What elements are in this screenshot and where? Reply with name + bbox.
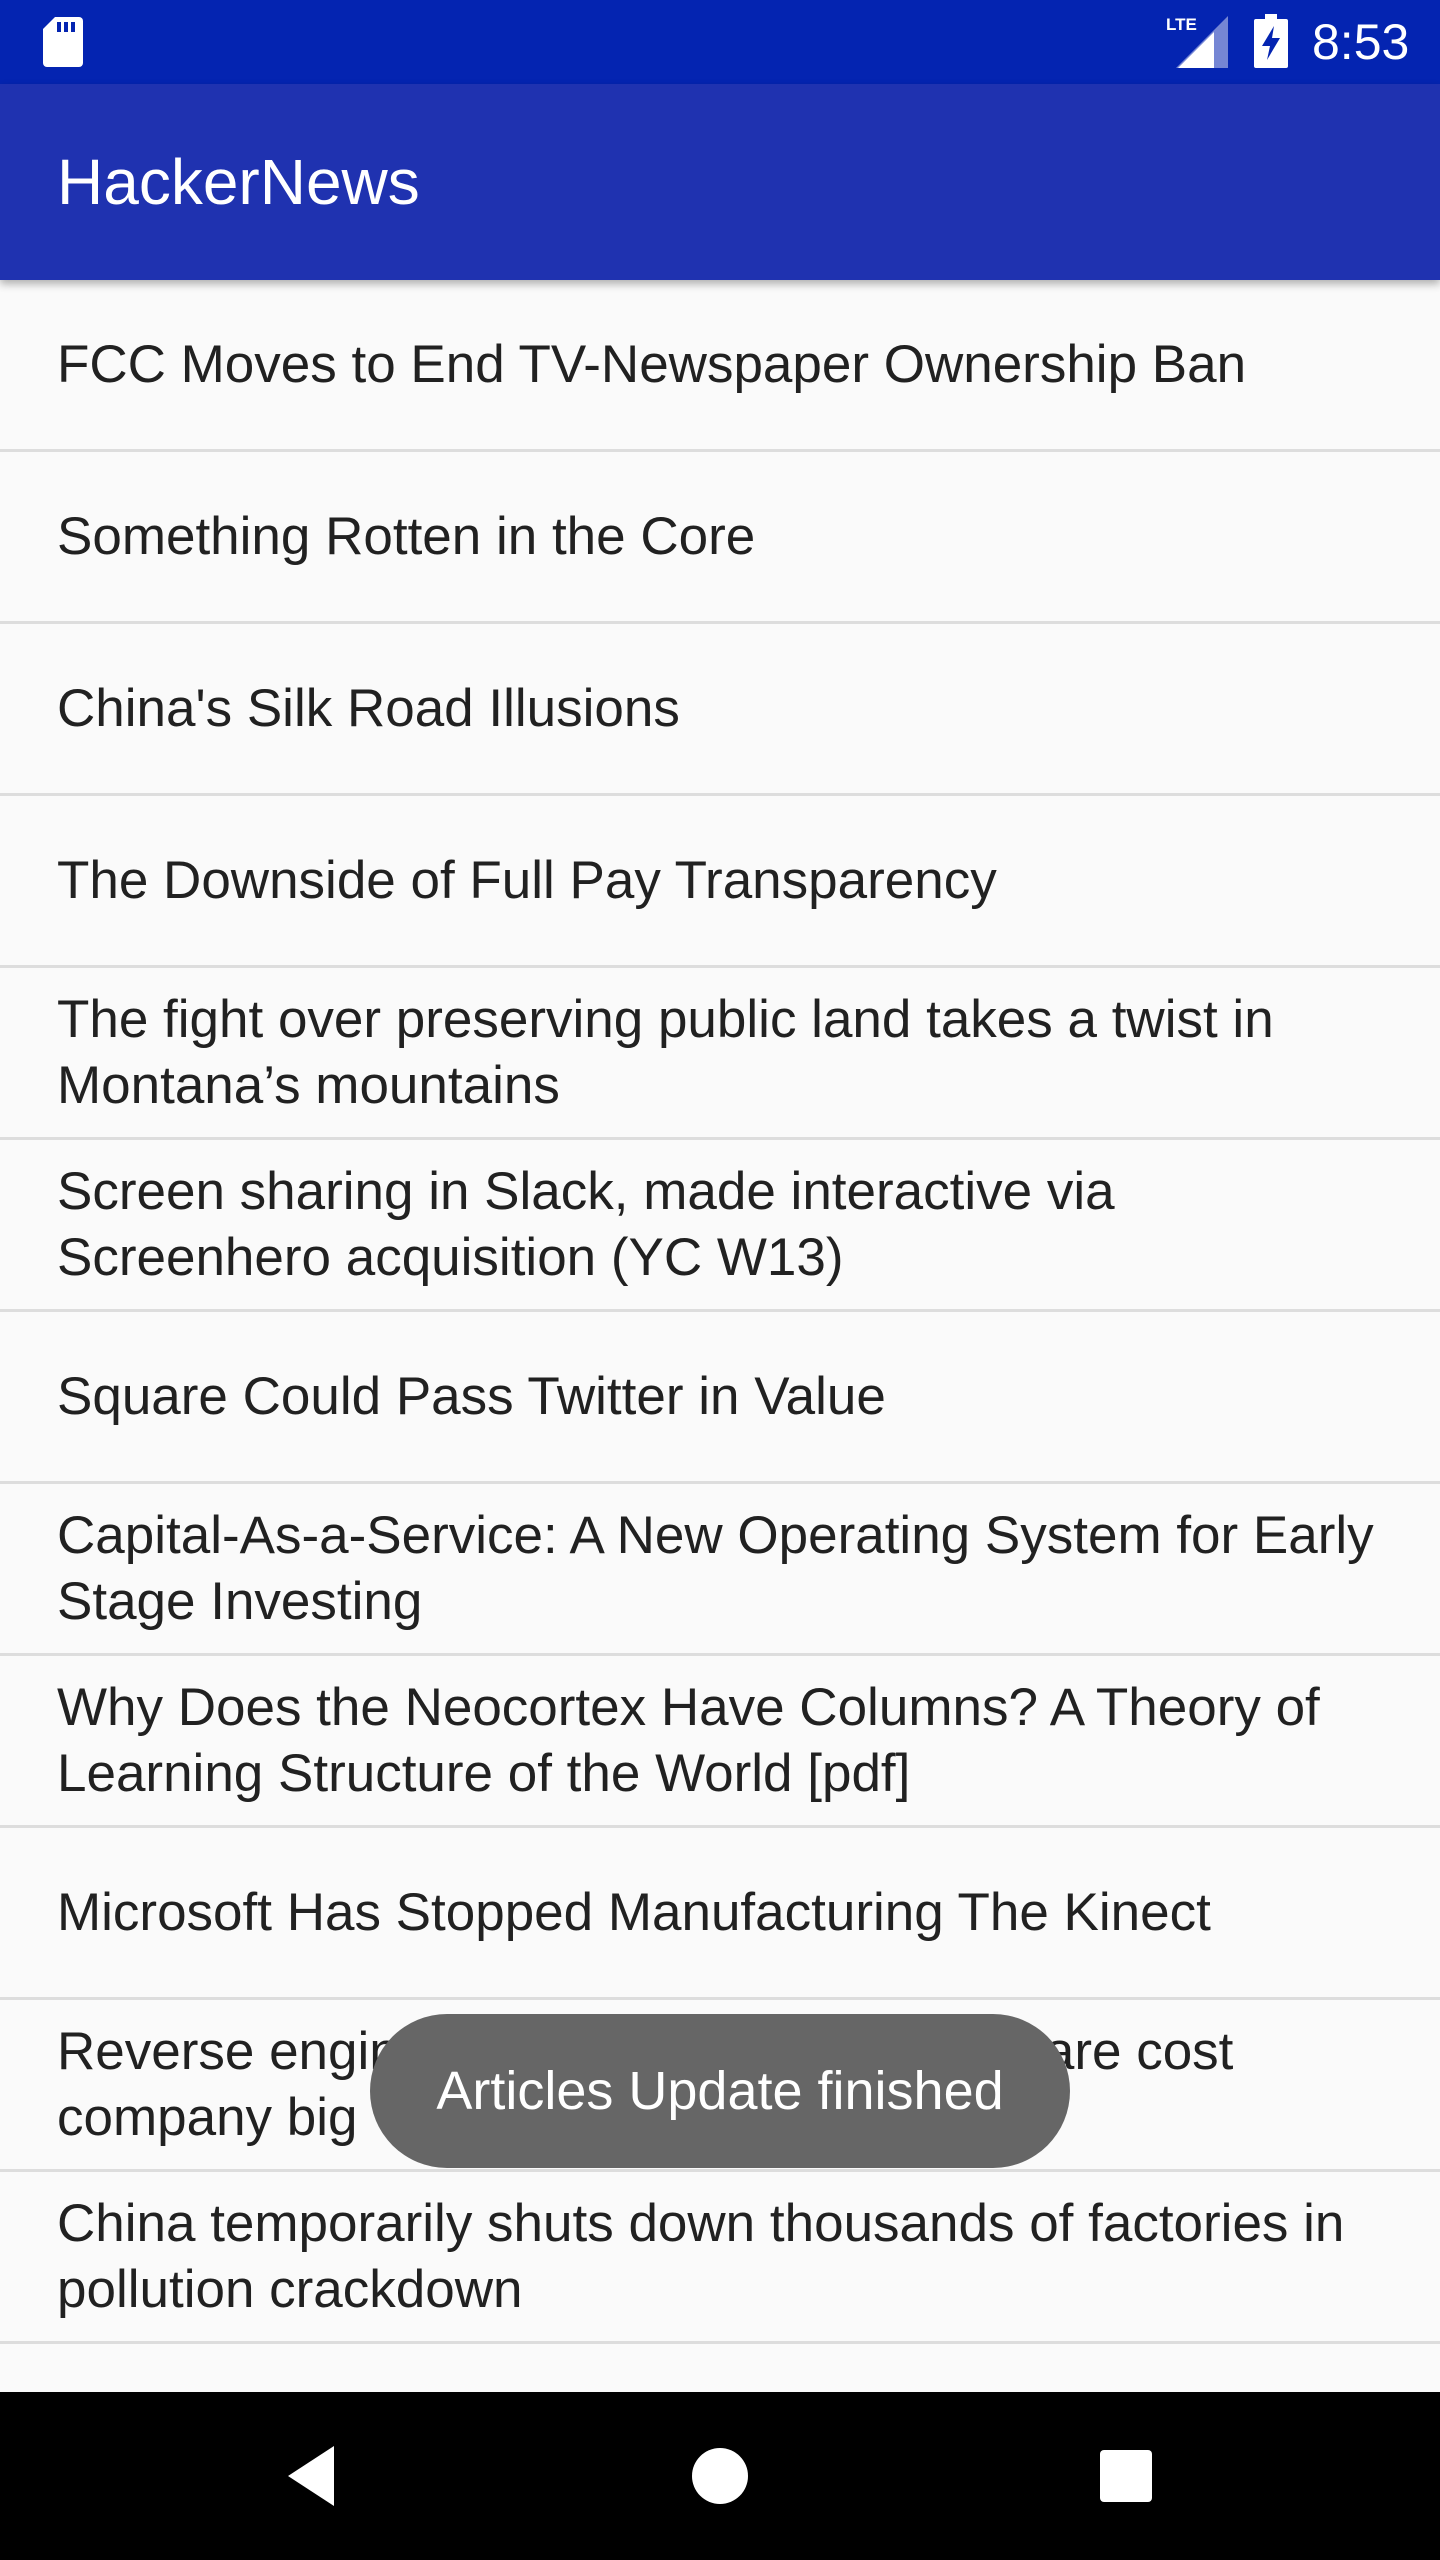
article-title: The fight over preserving public land ta… <box>57 989 1274 1115</box>
list-item[interactable]: Capital-As-a-Service: A New Operating Sy… <box>0 1484 1440 1656</box>
article-title: Something Rotten in the Core <box>57 506 756 566</box>
back-icon <box>288 2446 334 2506</box>
article-title: China temporarily shuts down thousands o… <box>57 2193 1345 2319</box>
recents-button[interactable] <box>1076 2426 1176 2526</box>
lte-label: LTE <box>1166 15 1197 34</box>
article-title: Why Does the Neocortex Have Columns? A T… <box>57 1677 1320 1803</box>
list-item[interactable]: Microsoft Has Stopped Manufacturing The … <box>0 1828 1440 2000</box>
article-title: FCC Moves to End TV-Newspaper Ownership … <box>57 334 1247 394</box>
list-item[interactable]: Square Could Pass Twitter in Value <box>0 1312 1440 1484</box>
article-title: Capital-As-a-Service: A New Operating Sy… <box>57 1505 1374 1631</box>
list-item[interactable]: FCC Moves to End TV-Newspaper Ownership … <box>0 280 1440 452</box>
navigation-bar <box>0 2392 1440 2560</box>
article-title: Square Could Pass Twitter in Value <box>57 1366 886 1426</box>
battery-charging-icon <box>1254 14 1288 68</box>
list-item[interactable]: The Downside of Full Pay Transparency <box>0 796 1440 968</box>
status-bar: LTE 8:53 <box>0 0 1440 84</box>
toast-message: Articles Update finished <box>436 2061 1004 2121</box>
app-bar: HackerNews <box>0 84 1440 280</box>
lte-signal-icon: LTE <box>1166 15 1228 68</box>
list-item[interactable]: The fight over preserving public land ta… <box>0 968 1440 1140</box>
article-title: Microsoft Has Stopped Manufacturing The … <box>57 1882 1211 1942</box>
list-item[interactable]: China's Silk Road Illusions <box>0 624 1440 796</box>
list-item[interactable]: Something Rotten in the Core <box>0 452 1440 624</box>
article-title: China's Silk Road Illusions <box>57 678 680 738</box>
list-item[interactable]: Why Does the Neocortex Have Columns? A T… <box>0 1656 1440 1828</box>
status-clock: 8:53 <box>1312 14 1410 70</box>
recents-icon <box>1100 2450 1152 2502</box>
article-title: The Downside of Full Pay Transparency <box>57 850 997 910</box>
home-icon <box>692 2448 748 2504</box>
sd-card-icon <box>43 17 83 67</box>
article-title: Screen sharing in Slack, made interactiv… <box>57 1161 1115 1287</box>
list-item[interactable]: Screen sharing in Slack, made interactiv… <box>0 1140 1440 1312</box>
back-button[interactable] <box>264 2426 364 2526</box>
toast: Articles Update finished <box>370 2014 1070 2168</box>
home-button[interactable] <box>670 2426 770 2526</box>
list-item[interactable]: China temporarily shuts down thousands o… <box>0 2172 1440 2344</box>
app-title: HackerNews <box>57 146 420 218</box>
